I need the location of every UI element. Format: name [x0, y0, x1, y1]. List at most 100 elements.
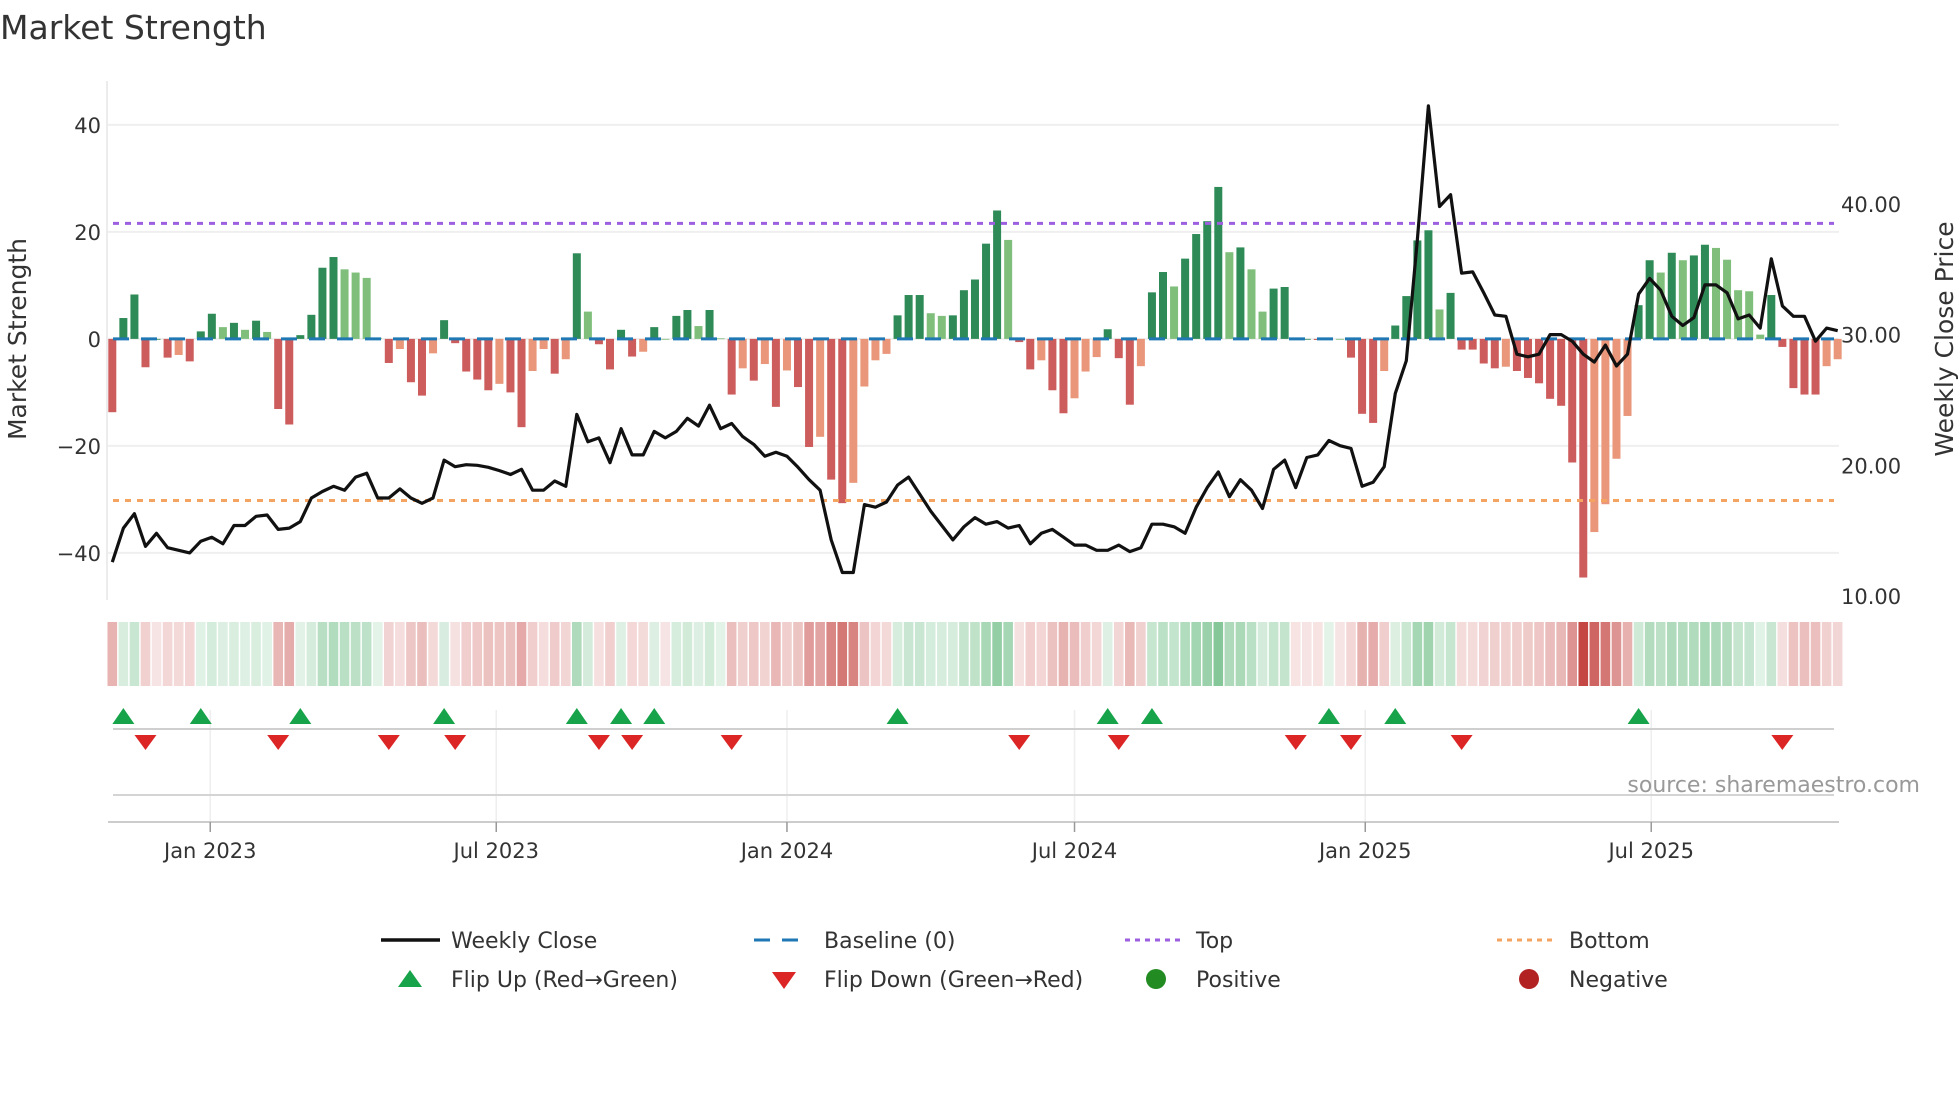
strip-cell-negative — [1567, 622, 1578, 686]
legend-item-baseline[interactable]: Baseline (0) — [754, 929, 955, 954]
strip-cell-negative — [1622, 622, 1633, 686]
strip-cell-positive — [251, 622, 261, 686]
negative-bar — [1457, 338, 1466, 350]
legend-label: Baseline (0) — [824, 929, 955, 954]
positive-bar — [1236, 247, 1245, 339]
legend-item-top[interactable]: Top — [1125, 929, 1233, 954]
strip-cell-positive — [1235, 622, 1246, 686]
strip-cell-negative — [151, 622, 162, 686]
positive-bar — [948, 315, 957, 339]
positive-bar — [329, 257, 338, 339]
strip-cell-negative — [605, 622, 615, 686]
market-strength-chart: Market Strength 40 20 0 −20 −40 40.00 30.00 20… — [0, 8, 1959, 993]
positive-bar — [694, 326, 703, 339]
strip-cell-positive — [439, 622, 449, 686]
negative-bar — [838, 338, 847, 504]
strip-cell-positive — [1744, 622, 1754, 686]
strip-cell-positive — [1257, 622, 1268, 686]
flip-down-marker — [377, 735, 400, 750]
strip-cell-negative — [273, 622, 283, 686]
strip-cell-negative — [107, 622, 118, 686]
strip-cell-negative — [1368, 622, 1378, 686]
negative-bar — [1568, 338, 1577, 463]
legend-item-negative[interactable]: Negative — [1519, 968, 1668, 993]
positive-bar — [1756, 334, 1765, 339]
strip-cell-positive — [1412, 622, 1423, 686]
strip-cell-negative — [1456, 622, 1467, 686]
strip-cell-negative — [1290, 622, 1301, 686]
strip-cell-positive — [1246, 622, 1257, 686]
strip-cell-negative — [1036, 622, 1047, 686]
flip-up-marker — [1627, 708, 1650, 724]
x-tick-label: Jan 2024 — [739, 839, 834, 863]
positive-bar — [1689, 255, 1698, 339]
strip-cell-negative — [1545, 622, 1555, 686]
right-tick-label: 20.00 — [1841, 454, 1901, 478]
negative-bar — [771, 338, 780, 407]
flip-down-marker — [134, 735, 157, 750]
legend-item-flip-up[interactable]: Flip Up (Red→Green) — [398, 968, 678, 993]
negative-bar — [849, 338, 858, 483]
negative-bar — [185, 338, 194, 362]
strip-cell-negative — [173, 622, 184, 686]
strip-cell-positive — [1268, 622, 1279, 686]
strip-cell-negative — [815, 622, 825, 686]
strip-cell-positive — [295, 622, 306, 686]
negative-bar — [1579, 338, 1588, 578]
strip-cell-negative — [406, 622, 416, 686]
strip-cell-negative — [859, 622, 870, 686]
strip-cell-positive — [1003, 622, 1013, 686]
negative-bar — [738, 338, 747, 369]
negative-bar — [1523, 338, 1532, 378]
positive-bar — [1435, 309, 1444, 339]
x-axis-ticks: Jan 2023 Jul 2023 Jan 2024 Jul 2024 Jan 2025… — [162, 822, 1694, 863]
strip-cell-positive — [1434, 622, 1445, 686]
positive-bar — [1203, 221, 1212, 339]
negative-bar — [1612, 338, 1621, 459]
strip-cell-negative — [140, 622, 151, 686]
flip-down-marker — [1340, 735, 1363, 750]
right-tick-label: 40.00 — [1841, 193, 1901, 217]
positive-bar — [572, 253, 581, 339]
positive-bar — [1181, 258, 1190, 339]
positive-bar — [130, 294, 139, 339]
negative-bar — [639, 338, 648, 352]
strip-cell-positive — [1655, 622, 1666, 686]
negative-bar — [1800, 338, 1809, 395]
negative-bar — [174, 338, 183, 355]
negative-bar — [1822, 338, 1831, 367]
legend-item-weekly-close[interactable]: Weekly Close — [381, 929, 597, 954]
strip-cell-negative — [638, 622, 648, 686]
strip-cell-negative — [1512, 622, 1522, 686]
strip-cell-positive — [1279, 622, 1290, 686]
negative-bar — [1535, 338, 1544, 384]
circle-icon — [1146, 969, 1166, 989]
legend-item-flip-down[interactable]: Flip Down (Green→Red) — [772, 968, 1083, 993]
negative-bar — [782, 338, 791, 371]
strip-cell-positive — [903, 622, 914, 686]
x-tick-label: Jul 2024 — [1030, 839, 1117, 863]
source-label: source: sharemaestro.com — [1627, 773, 1920, 798]
strip-cell-negative — [1058, 622, 1069, 686]
strip-cell-positive — [1678, 622, 1688, 686]
negative-bar — [285, 338, 294, 425]
flip-up-marker — [289, 708, 312, 724]
legend-item-positive[interactable]: Positive — [1146, 968, 1281, 993]
strip-cell-positive — [372, 622, 383, 686]
strip-cell-positive — [583, 622, 593, 686]
strip-cell-positive — [970, 622, 980, 686]
strip-cell-positive — [1147, 622, 1157, 686]
positive-bar — [650, 327, 659, 339]
legend-item-bottom[interactable]: Bottom — [1497, 929, 1650, 954]
negative-bar — [141, 338, 150, 368]
left-tick-label: 40 — [74, 114, 101, 138]
negative-bar — [506, 338, 515, 393]
strip-cell-negative — [1125, 622, 1135, 686]
flip-up-marker — [1140, 708, 1163, 724]
negative-bar — [495, 338, 504, 384]
strip-cell-positive — [992, 622, 1002, 686]
negative-bar — [550, 338, 559, 374]
strip-cell-negative — [428, 622, 438, 686]
strip-cell-negative — [870, 622, 881, 686]
positive-bar — [1192, 234, 1201, 339]
